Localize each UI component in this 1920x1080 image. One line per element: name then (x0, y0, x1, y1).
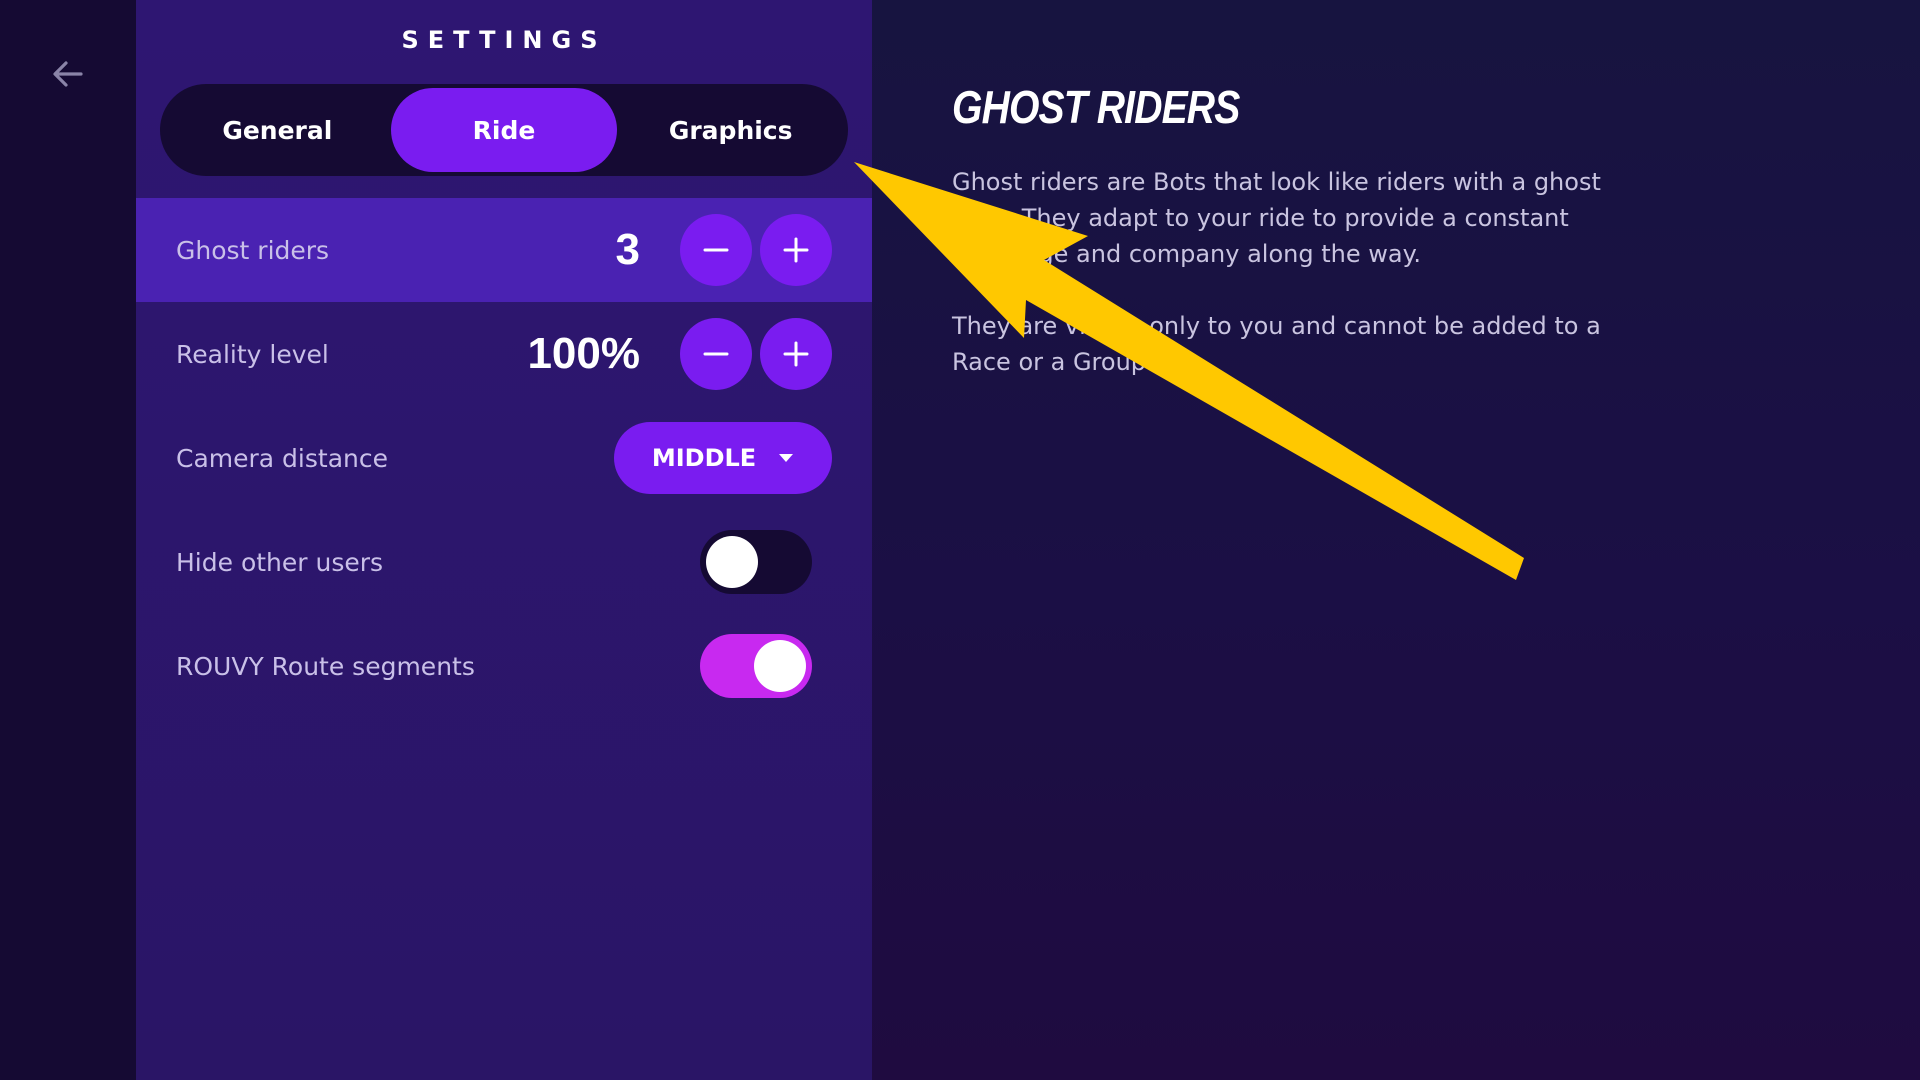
route-segments-toggle[interactable] (700, 634, 812, 698)
plus-icon (783, 341, 809, 367)
info-title: GHOST RIDERS (952, 81, 1240, 133)
plus-icon (783, 237, 809, 263)
setting-label: ROUVY Route segments (176, 651, 475, 681)
minus-icon (703, 352, 729, 356)
setting-label: Hide other users (176, 547, 384, 577)
tab-graphics[interactable]: Graphics (617, 88, 844, 172)
panel-title: SETTINGS (401, 26, 607, 54)
toggle-knob (754, 640, 806, 692)
reality-level-decrease-button[interactable] (680, 318, 752, 390)
setting-label: Reality level (176, 339, 329, 369)
tab-ride[interactable]: Ride (390, 88, 618, 172)
tab-general[interactable]: General (164, 88, 391, 172)
dropdown-value: MIDDLE (651, 444, 757, 472)
left-rail (0, 0, 136, 1080)
settings-tabs: General Ride Graphics (160, 84, 848, 176)
setting-row-camera-distance[interactable]: Camera distance MIDDLE (136, 406, 872, 510)
arrow-left-icon (53, 61, 83, 87)
info-paragraph: They are visible only to you and cannot … (952, 312, 1601, 376)
camera-distance-dropdown[interactable]: MIDDLE (614, 422, 832, 494)
info-paragraph: Ghost riders are Bots that look like rid… (952, 168, 1601, 268)
minus-icon (703, 248, 729, 252)
toggle-knob (706, 536, 758, 588)
hide-other-users-toggle[interactable] (700, 530, 812, 594)
ghost-riders-value: 3 (615, 225, 640, 274)
setting-row-ghost-riders[interactable]: Ghost riders 3 (136, 198, 872, 302)
settings-panel: SETTINGS General Ride Graphics Ghost rid… (136, 0, 872, 1080)
reality-level-increase-button[interactable] (760, 318, 832, 390)
info-panel: GHOST RIDERS Ghost riders are Bots that … (952, 80, 1632, 380)
reality-level-value: 100% (527, 329, 640, 378)
ghost-riders-decrease-button[interactable] (680, 214, 752, 286)
back-button[interactable] (46, 52, 90, 96)
setting-row-route-segments[interactable]: ROUVY Route segments (136, 614, 872, 718)
setting-row-reality-level[interactable]: Reality level 100% (136, 302, 872, 406)
settings-list: Ghost riders 3 Reality level 100% Camera… (136, 198, 872, 718)
caret-down-icon (779, 454, 794, 462)
setting-label: Ghost riders (176, 235, 330, 265)
ghost-riders-increase-button[interactable] (760, 214, 832, 286)
setting-row-hide-other-users[interactable]: Hide other users (136, 510, 872, 614)
setting-label: Camera distance (176, 443, 388, 473)
